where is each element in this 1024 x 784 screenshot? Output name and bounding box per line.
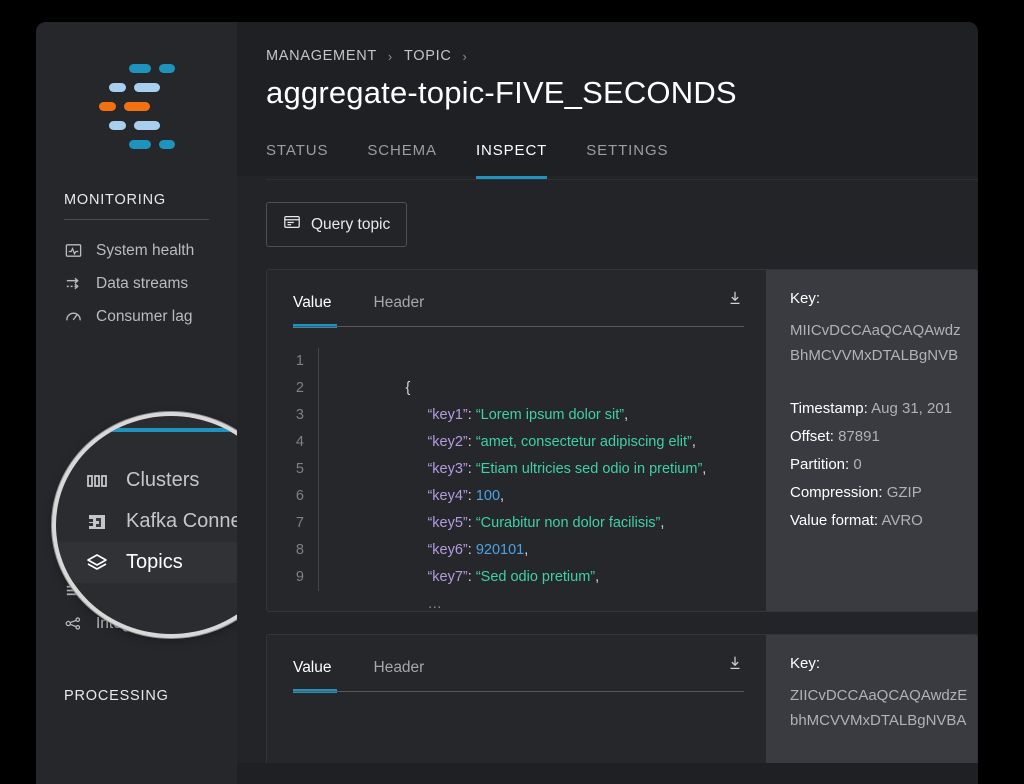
main-content: MANAGEMENT › TOPIC › aggregate-topic-FIV…	[237, 22, 978, 784]
key-value: ZIICvDCCAaQCAQAwdzE bhMCVVMxDTALBgNVBA	[790, 683, 977, 733]
gauge-icon	[64, 307, 83, 326]
sidebar-item-clusters[interactable]: Clusters	[36, 367, 237, 400]
chevron-right-icon: ›	[388, 49, 393, 64]
line-number: 7	[293, 510, 304, 537]
line-number: 1	[293, 348, 304, 375]
sidebar-item-label: Clusters	[64, 375, 121, 393]
lens-item-label: Topics	[126, 551, 183, 574]
tab-schema[interactable]: SCHEMA	[367, 142, 437, 176]
query-topic-label: Query topic	[311, 216, 390, 234]
record-tab-header[interactable]: Header	[374, 659, 425, 677]
clusters-bars-icon	[84, 468, 110, 494]
product-logo	[99, 64, 175, 150]
record-metadata-pane: Key: ZIICvDCCAaQCAQAwdzE bhMCVVMxDTALBgN…	[766, 635, 977, 763]
magnifier-lens: Clusters Kafka Connect	[56, 416, 237, 634]
logo-wrap	[36, 22, 237, 192]
metadata-label: Compression:	[790, 484, 883, 501]
json-viewer: 1 2 3 4 5 6 7 8 9 {	[293, 348, 744, 591]
kafka-connect-icon	[84, 509, 110, 535]
metadata-row-value-format: Value format: AVRO	[790, 512, 977, 529]
record-card: Value Header Key: ZIICvDCCAaQ	[266, 634, 978, 763]
sidebar-item-label: Data streams	[96, 275, 188, 293]
metadata-value: AVRO	[881, 512, 922, 529]
record-tab-header[interactable]: Header	[374, 294, 425, 312]
download-icon[interactable]	[726, 289, 744, 312]
metadata-value: Aug 31, 201	[871, 400, 952, 417]
metadata-label: Partition:	[790, 456, 849, 473]
record-card: Value Header 1 2 3	[266, 269, 978, 612]
record-value-pane: Value Header 1 2 3	[267, 270, 766, 611]
inspect-panel: Query topic Value Header	[237, 176, 978, 763]
line-number: 3	[293, 402, 304, 429]
metadata-rows: Timestamp: Aug 31, 201 Offset: 87891 Par…	[790, 400, 977, 529]
record-tab-divider	[293, 691, 744, 692]
record-metadata-pane: Key: MIICvDCCAaQCAQAwdz BhMCVVMxDTALBgNV…	[766, 270, 977, 611]
tab-status[interactable]: STATUS	[266, 142, 328, 176]
section-title-monitoring: MONITORING	[64, 192, 209, 219]
line-number: 9	[293, 564, 304, 591]
breadcrumb: MANAGEMENT › TOPIC ›	[266, 48, 978, 64]
record-value-pane: Value Header	[267, 635, 766, 763]
sidebar-item-consumer-lag[interactable]: Consumer lag	[36, 300, 237, 333]
tab-settings[interactable]: SETTINGS	[586, 142, 668, 176]
lens-item-label: Kafka Connect	[126, 510, 237, 533]
sidebar-item-data-streams[interactable]: Data streams	[36, 267, 237, 300]
sidebar-section-monitoring: MONITORING System health	[36, 192, 237, 333]
line-number: 8	[293, 537, 304, 564]
metadata-row-offset: Offset: 87891	[790, 428, 977, 445]
tab-bar: STATUS SCHEMA INSPECT SETTINGS	[266, 142, 978, 176]
download-icon[interactable]	[726, 654, 744, 677]
key-label: Key:	[790, 290, 977, 307]
section-title-processing: PROCESSING	[64, 688, 209, 715]
query-form-icon	[283, 213, 301, 236]
sidebar-item-kafka-connect-magnified[interactable]: Kafka Connect	[56, 501, 237, 542]
app-window: MONITORING System health	[36, 22, 978, 784]
key-label: Key:	[790, 655, 977, 672]
query-topic-button[interactable]: Query topic	[266, 202, 407, 247]
metadata-value: 87891	[838, 428, 880, 445]
line-number: 2	[293, 375, 304, 402]
sidebar-item-clusters-magnified[interactable]: Clusters	[56, 460, 237, 501]
tab-bar-divider	[266, 179, 978, 180]
key-value: MIICvDCCAaQCAQAwdz BhMCVVMxDTALBgNVB	[790, 318, 977, 368]
breadcrumb-item-management[interactable]: MANAGEMENT	[266, 48, 377, 64]
record-tab-bar: Value Header	[293, 654, 744, 691]
page-title: aggregate-topic-FIVE_SECONDS	[266, 75, 978, 111]
page-header: MANAGEMENT › TOPIC › aggregate-topic-FIV…	[237, 22, 978, 176]
metadata-value: 0	[853, 456, 861, 473]
line-number: 6	[293, 483, 304, 510]
sidebar-section-processing: PROCESSING	[36, 688, 237, 715]
line-number: 4	[293, 429, 304, 456]
metadata-label: Value format:	[790, 512, 878, 529]
sidebar-item-label: Consumer lag	[96, 308, 193, 326]
metadata-label: Offset:	[790, 428, 834, 445]
data-streams-arrows-icon	[64, 274, 83, 293]
lens-item-label: Clusters	[126, 469, 199, 492]
chevron-right-icon: ›	[463, 49, 468, 64]
record-tab-value[interactable]: Value	[293, 294, 332, 312]
record-tab-divider	[293, 326, 744, 327]
json-code-lines: { “key1”: “Lorem ipsum dolor sit”, “key2…	[319, 348, 706, 591]
sidebar: MONITORING System health	[36, 22, 237, 784]
metadata-row-timestamp: Timestamp: Aug 31, 201	[790, 400, 977, 417]
section-divider	[64, 219, 209, 220]
sidebar-item-topics-magnified[interactable]: Topics	[56, 542, 237, 583]
tab-inspect[interactable]: INSPECT	[476, 142, 547, 176]
topics-layers-icon	[84, 550, 110, 576]
metadata-row-partition: Partition: 0	[790, 456, 977, 473]
record-tab-bar: Value Header	[293, 289, 744, 326]
lens-accent-line	[84, 428, 237, 432]
record-tab-value[interactable]: Value	[293, 659, 332, 677]
metadata-value: GZIP	[887, 484, 922, 501]
json-line: {	[341, 348, 706, 375]
chart-monitor-icon	[64, 241, 83, 260]
metadata-row-compression: Compression: GZIP	[790, 484, 977, 501]
metadata-label: Timestamp:	[790, 400, 868, 417]
sidebar-item-label: System health	[96, 242, 194, 260]
line-number-gutter: 1 2 3 4 5 6 7 8 9	[293, 348, 319, 591]
line-number: 5	[293, 456, 304, 483]
sidebar-item-system-health[interactable]: System health	[36, 234, 237, 267]
breadcrumb-item-topic[interactable]: TOPIC	[404, 48, 452, 64]
